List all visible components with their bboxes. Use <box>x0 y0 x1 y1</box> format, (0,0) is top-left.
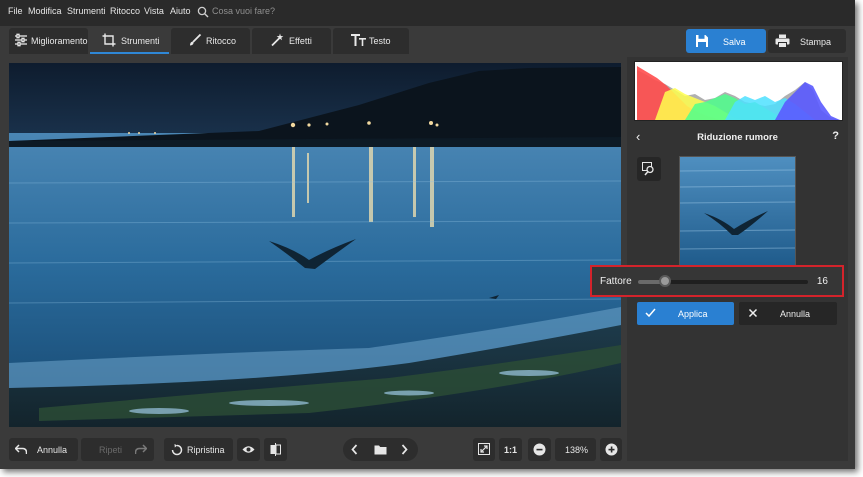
redo-icon <box>135 444 147 455</box>
noise-preview-thumbnail[interactable] <box>679 156 796 269</box>
crop-icon <box>102 33 116 47</box>
fit-screen-icon <box>478 443 490 455</box>
compare-button[interactable] <box>264 438 287 461</box>
tab-testo[interactable]: Testo <box>333 28 409 54</box>
tab-strumenti[interactable]: Strumenti <box>90 28 169 54</box>
factor-control: Fattore 16 <box>590 265 844 297</box>
menu-file[interactable]: File <box>8 6 23 16</box>
reset-button[interactable]: Ripristina <box>164 438 233 461</box>
reset-icon <box>171 444 183 456</box>
menu-vista[interactable]: Vista <box>144 6 164 16</box>
actual-size-button[interactable]: 1:1 <box>499 438 522 461</box>
panel-title: Riduzione rumore <box>697 132 778 143</box>
tab-label: Testo <box>369 36 391 46</box>
print-button[interactable]: Stampa <box>768 29 846 53</box>
zoom-preview-button[interactable] <box>637 157 661 181</box>
zoom-level[interactable]: 138% <box>555 438 596 461</box>
floppy-icon <box>695 34 709 48</box>
search-icon[interactable] <box>197 6 209 18</box>
eye-icon <box>242 445 255 454</box>
cancel-label: Annulla <box>780 309 811 319</box>
print-label: Stampa <box>800 37 832 47</box>
slider-handle[interactable] <box>659 275 672 287</box>
redo-button[interactable]: Ripeti <box>81 438 154 461</box>
zoom-value: 138% <box>565 445 589 455</box>
magic-wand-icon <box>270 33 284 47</box>
zoom-in-button[interactable] <box>600 438 622 461</box>
minus-icon <box>533 443 546 456</box>
app-window: File Modifica Strumenti Ritocco Vista Ai… <box>0 0 855 469</box>
chevron-left-icon[interactable] <box>351 444 358 455</box>
menu-modifica[interactable]: Modifica <box>28 6 62 16</box>
menu-ritocco[interactable]: Ritocco <box>110 6 140 16</box>
tab-effetti[interactable]: Effetti <box>252 28 331 54</box>
compare-icon <box>270 443 281 456</box>
undo-label: Annulla <box>37 445 68 455</box>
tab-label: Effetti <box>289 36 312 46</box>
histogram <box>634 61 843 121</box>
text-icon <box>351 33 366 47</box>
menu-bar: File Modifica Strumenti Ritocco Vista Ai… <box>0 0 855 26</box>
save-label: Salva <box>723 37 746 47</box>
close-icon <box>748 308 758 318</box>
printer-icon <box>775 34 790 48</box>
tab-label: Strumenti <box>121 36 160 46</box>
search-input[interactable]: Cosa vuoi fare? <box>212 6 275 16</box>
photo-canvas[interactable] <box>9 63 621 427</box>
undo-icon <box>15 444 27 455</box>
factor-slider[interactable] <box>638 275 808 287</box>
factor-value: 16 <box>816 276 828 287</box>
apply-label: Applica <box>678 309 708 319</box>
photo-navigation <box>343 438 418 461</box>
brush-icon <box>188 33 202 47</box>
ratio-label: 1:1 <box>504 445 518 455</box>
plus-icon <box>605 443 618 456</box>
menu-aiuto[interactable]: Aiuto <box>170 6 191 16</box>
zoom-out-button[interactable] <box>528 438 551 461</box>
save-button[interactable]: Salva <box>686 29 766 53</box>
undo-button[interactable]: Annulla <box>9 438 78 461</box>
sliders-icon <box>14 33 28 47</box>
tab-ritocco[interactable]: Ritocco <box>171 28 250 54</box>
panel-header: ‹ Riduzione rumore ? <box>627 127 848 149</box>
folder-icon[interactable] <box>374 444 387 455</box>
preview-toggle-button[interactable] <box>237 438 260 461</box>
fit-to-screen-button[interactable] <box>473 438 495 461</box>
chevron-right-icon[interactable] <box>401 444 408 455</box>
magnifier-icon <box>642 162 656 176</box>
apply-button[interactable]: Applica <box>637 302 734 325</box>
tab-miglioramento[interactable]: Miglioramento <box>9 28 88 54</box>
tab-label: Ritocco <box>206 36 237 46</box>
help-button[interactable]: ? <box>832 130 839 142</box>
redo-label: Ripeti <box>99 445 123 455</box>
check-icon <box>645 308 656 318</box>
cancel-button[interactable]: Annulla <box>739 302 837 325</box>
factor-label: Fattore <box>600 276 632 287</box>
tab-label: Miglioramento <box>31 36 88 46</box>
menu-strumenti[interactable]: Strumenti <box>67 6 106 16</box>
reset-label: Ripristina <box>187 445 225 455</box>
